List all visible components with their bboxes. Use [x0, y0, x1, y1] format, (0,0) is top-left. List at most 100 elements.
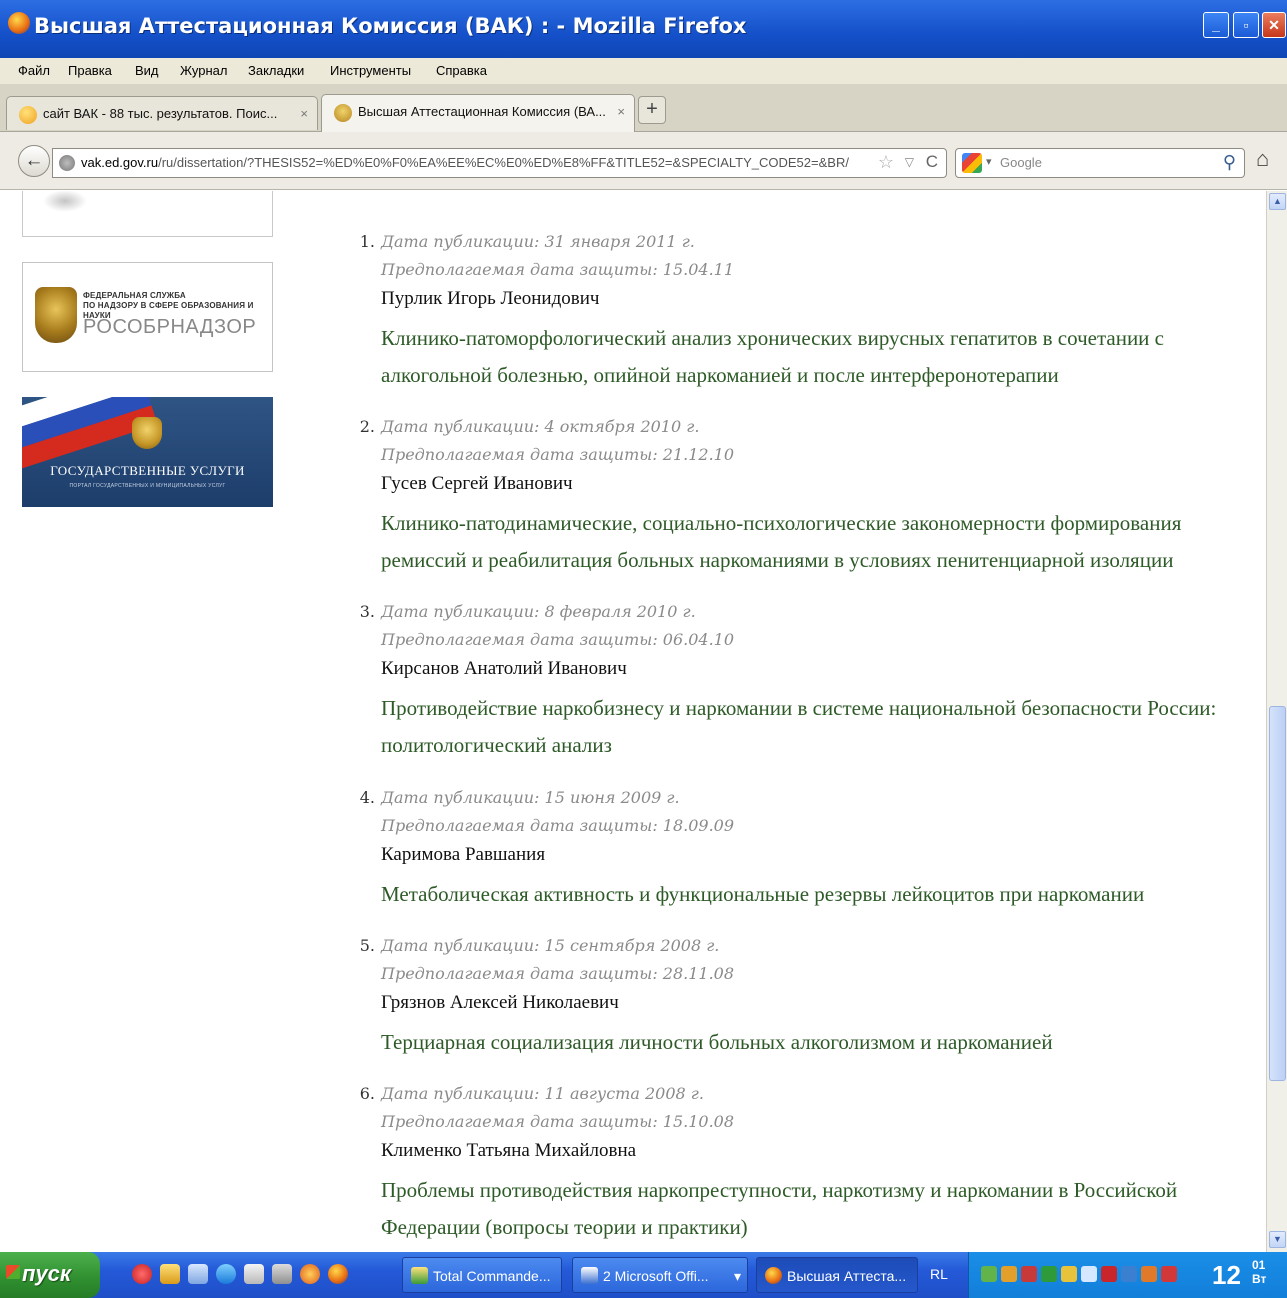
item-number: 2. — [359, 417, 375, 436]
language-indicator[interactable]: RL — [930, 1266, 948, 1282]
tray-security-icon[interactable] — [1061, 1266, 1077, 1282]
tray-volume-icon[interactable] — [1081, 1266, 1097, 1282]
task-ms-office[interactable]: 2 Microsoft Offi... ▾ — [572, 1257, 748, 1293]
window-title: Высшая Аттестационная Комиссия (ВАК) : -… — [34, 14, 747, 38]
defense-date: Предполагаемая дата защиты: 15.04.11 — [381, 260, 735, 279]
tray-power-icon[interactable] — [1141, 1266, 1157, 1282]
tray-arrow-icon[interactable] — [1161, 1266, 1177, 1282]
back-button[interactable]: ← — [18, 145, 50, 177]
search-box[interactable]: ▾ Google ⚲ — [955, 148, 1245, 178]
menu-bookmarks[interactable]: Закладки — [248, 63, 304, 78]
tray-ati-icon[interactable] — [1101, 1266, 1117, 1282]
quicklaunch-firefox-icon[interactable] — [328, 1264, 348, 1284]
vertical-scrollbar[interactable]: ▲ ▼ — [1266, 191, 1287, 1252]
coat-of-arms-icon — [35, 287, 77, 343]
menu-tools[interactable]: Инструменты — [330, 63, 411, 78]
tray-kaspersky-icon[interactable] — [1041, 1266, 1057, 1282]
author-name: Грязнов Алексей Николаевич — [381, 992, 619, 1013]
task-firefox-vak[interactable]: Высшая Аттеста... — [756, 1257, 918, 1293]
close-button[interactable]: ✕ — [1262, 12, 1286, 38]
tab-search-results[interactable]: сайт ВАК - 88 тыс. результатов. Поис... … — [6, 96, 318, 130]
tab-close-icon[interactable]: × — [617, 104, 625, 119]
quicklaunch-save-icon[interactable] — [244, 1264, 264, 1284]
maximize-button[interactable]: ▫ — [1233, 12, 1259, 38]
firefox-icon — [8, 12, 30, 34]
defense-date: Предполагаемая дата защиты: 18.09.09 — [381, 816, 735, 835]
scroll-thumb[interactable] — [1269, 706, 1286, 1081]
gosuslugi-banner[interactable]: ГОСУДАРСТВЕННЫЕ УСЛУГИ ПОРТАЛ ГОСУДАРСТВ… — [22, 397, 273, 507]
scroll-up-icon[interactable]: ▲ — [1269, 193, 1286, 210]
minimize-button[interactable]: _ — [1203, 12, 1229, 38]
reload-icon[interactable]: C — [925, 152, 938, 172]
dissertation-title-link[interactable]: Терциарная социализация личности больных… — [381, 1024, 1241, 1061]
clock-hour[interactable]: 12 — [1212, 1260, 1241, 1291]
window-titlebar: Высшая Аттестационная Комиссия (ВАК) : -… — [0, 0, 1287, 58]
author-name: Клименко Татьяна Михайловна — [381, 1140, 637, 1161]
firefox-icon — [765, 1267, 782, 1284]
tab-close-icon[interactable]: × — [300, 106, 308, 121]
vak-logo-banner[interactable] — [22, 191, 273, 237]
gosuslugi-subtitle: ПОРТАЛ ГОСУДАРСТВЕННЫХ И МУНИЦИПАЛЬНЫХ У… — [69, 483, 226, 489]
menu-edit[interactable]: Правка — [68, 63, 112, 78]
start-label: пуск — [22, 1261, 72, 1286]
windows-logo-icon — [6, 1265, 20, 1279]
home-icon[interactable]: ⌂ — [1256, 146, 1269, 172]
task-total-commander[interactable]: Total Commande... — [402, 1257, 562, 1293]
google-icon[interactable] — [962, 153, 982, 173]
dissertation-title-link[interactable]: Противодействие наркобизнесу и наркомани… — [381, 690, 1241, 764]
task-group-dropdown-icon[interactable]: ▾ — [734, 1268, 741, 1285]
tray-device-icon[interactable] — [1121, 1266, 1137, 1282]
coat-of-arms-icon — [132, 417, 162, 449]
total-commander-icon — [411, 1267, 428, 1284]
rosobrnadzor-banner[interactable]: ФЕДЕРАЛЬНАЯ СЛУЖБА ПО НАДЗОРУ В СФЕРЕ ОБ… — [22, 262, 273, 372]
publication-date: Дата публикации: 15 сентября 2008 г. — [381, 936, 720, 955]
clock-detail[interactable]: 01 Вт — [1252, 1258, 1266, 1286]
publication-date: Дата публикации: 31 января 2011 г. — [381, 232, 695, 251]
task-label: Высшая Аттеста... — [787, 1268, 907, 1284]
quicklaunch-opera-icon[interactable] — [132, 1264, 152, 1284]
url-bar[interactable]: vak.ed.gov.ru/ru/dissertation/?THESIS52=… — [52, 148, 947, 178]
item-number: 5. — [359, 936, 375, 955]
menu-help[interactable]: Справка — [436, 63, 487, 78]
new-tab-button[interactable]: + — [638, 96, 666, 124]
start-button[interactable]: пуск — [0, 1252, 100, 1298]
bookmark-star-icon[interactable]: ☆ — [877, 152, 894, 173]
defense-date: Предполагаемая дата защиты: 21.12.10 — [381, 445, 735, 464]
tray-network-icon[interactable] — [981, 1266, 997, 1282]
dissertation-title-link[interactable]: Проблемы противодействия наркопреступнос… — [381, 1172, 1241, 1246]
tab-vak[interactable]: Высшая Аттестационная Комиссия (ВА... × — [321, 94, 635, 132]
magnifier-icon[interactable]: ⚲ — [1223, 152, 1236, 173]
url-path: /ru/dissertation/?THESIS52=%ED%E0%F0%EA%… — [158, 155, 849, 170]
dissertation-title-link[interactable]: Клинико-патодинамические, социально-псих… — [381, 505, 1241, 579]
defense-date: Предполагаемая дата защиты: 28.11.08 — [381, 964, 735, 983]
tab-label: сайт ВАК - 88 тыс. результатов. Поис... — [43, 106, 278, 121]
scroll-down-icon[interactable]: ▼ — [1269, 1231, 1286, 1248]
clock-minutes: 01 — [1252, 1258, 1266, 1272]
search-placeholder: Google — [1000, 155, 1042, 170]
tray-update-icon[interactable] — [1001, 1266, 1017, 1282]
quicklaunch-ie-icon[interactable] — [216, 1264, 236, 1284]
defense-date: Предполагаемая дата защиты: 06.04.10 — [381, 630, 735, 649]
publication-date: Дата публикации: 11 августа 2008 г. — [381, 1084, 704, 1103]
quicklaunch-media-icon[interactable] — [160, 1264, 180, 1284]
clock-weekday: Вт — [1252, 1272, 1267, 1286]
quicklaunch-chrome-icon[interactable] — [300, 1264, 320, 1284]
menu-file[interactable]: Файл — [18, 63, 50, 78]
emblem-icon — [43, 191, 87, 212]
url-dropdown-icon[interactable]: ▽ — [904, 155, 914, 169]
tab-label: Высшая Аттестационная Комиссия (ВА... — [358, 104, 606, 119]
menu-history[interactable]: Журнал — [180, 63, 227, 78]
item-number: 4. — [359, 788, 375, 807]
dissertation-title-link[interactable]: Метаболическая активность и функциональн… — [381, 876, 1241, 913]
task-label: Total Commande... — [433, 1268, 551, 1284]
author-name: Кирсанов Анатолий Иванович — [381, 658, 627, 679]
publication-date: Дата публикации: 4 октября 2010 г. — [381, 417, 700, 436]
quicklaunch-calc-icon[interactable] — [272, 1264, 292, 1284]
quicklaunch-desktop-icon[interactable] — [188, 1264, 208, 1284]
dissertation-title-link[interactable]: Клинико-патоморфологический анализ хрони… — [381, 320, 1241, 394]
url-domain: vak.ed.gov.ru — [81, 155, 159, 170]
search-engine-dropdown-icon[interactable]: ▾ — [986, 155, 992, 168]
rosobr-name: РОСОБРНАДЗОР — [83, 316, 257, 338]
tray-antivirus-icon[interactable] — [1021, 1266, 1037, 1282]
menu-view[interactable]: Вид — [135, 63, 159, 78]
